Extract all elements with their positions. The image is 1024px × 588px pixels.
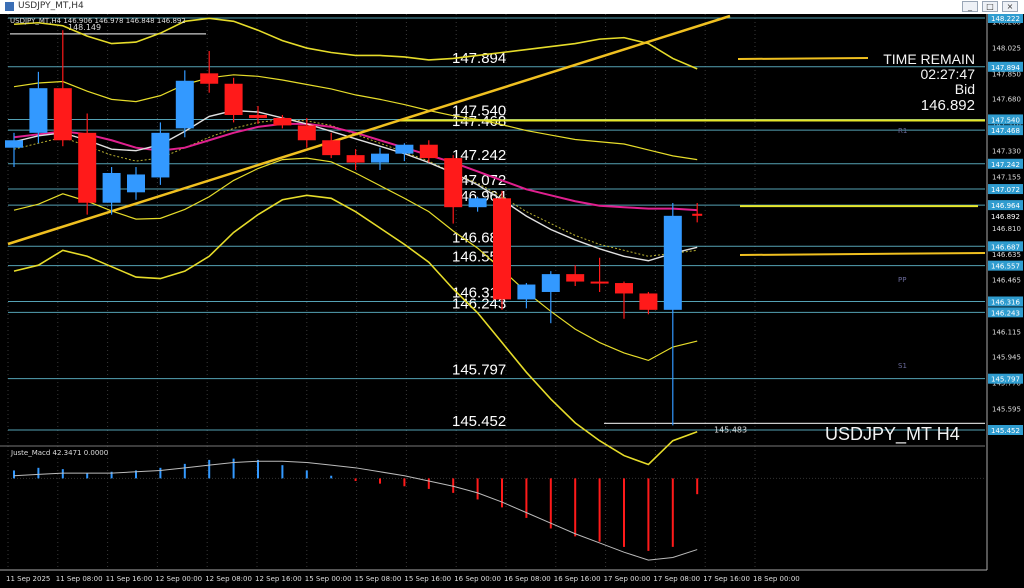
price-tag-label: 146.243	[991, 309, 1020, 317]
price-tag-label: 148.222	[991, 15, 1020, 23]
candle-body[interactable]	[29, 88, 48, 133]
candle-body[interactable]	[346, 155, 365, 163]
candle-body[interactable]	[249, 114, 267, 118]
minimize-button[interactable]: _	[962, 1, 978, 12]
price-axis-tick: 146.635	[992, 251, 1021, 259]
price-axis-tick: 146.465	[992, 276, 1021, 284]
symbol-watermark: USDJPY_MT H4	[825, 424, 960, 445]
price-tag-label: 146.892	[991, 213, 1020, 221]
window-title: USDJPY_MT,H4	[18, 1, 84, 11]
candle-body[interactable]	[322, 140, 341, 156]
candle-body[interactable]	[175, 80, 194, 129]
time-axis-label: 11 Sep 08:00	[56, 575, 103, 583]
price-axis-tick: 146.115	[992, 328, 1021, 336]
candle-body[interactable]	[5, 140, 23, 148]
pivot-mark: R1	[898, 127, 907, 135]
candle-body[interactable]	[371, 153, 389, 163]
price-axis-tick: 145.945	[992, 354, 1021, 362]
chart-window: USDJPY_MT,H4 _ □ × 148.222 147.894 147.540…	[0, 0, 1024, 588]
candle-body[interactable]	[663, 215, 682, 310]
candle-body[interactable]	[468, 198, 487, 208]
price-axis-tick: 146.810	[992, 225, 1021, 233]
price-tag-label: 146.687	[991, 243, 1020, 251]
level-label: 145.797	[452, 362, 506, 379]
time-axis-label: 15 Sep 00:00	[305, 575, 352, 583]
time-axis-label: 12 Sep 16:00	[255, 575, 302, 583]
candle-body[interactable]	[419, 144, 438, 159]
candle-body[interactable]	[224, 83, 243, 115]
candle-body[interactable]	[590, 281, 609, 284]
candle-body[interactable]	[692, 213, 703, 216]
candle-body[interactable]	[53, 88, 72, 141]
time-remain-label: TIME REMAIN	[883, 51, 975, 67]
price-tag-label: 147.540	[991, 116, 1020, 124]
price-chart[interactable]: 148.222 147.894 147.540 147.468 147.242 147.0…	[0, 14, 1024, 588]
candle-body[interactable]	[127, 174, 145, 193]
price-axis-tick: 147.680	[992, 96, 1021, 104]
bid-value: 146.892	[921, 97, 975, 114]
price-tag-label: 146.316	[991, 298, 1020, 306]
title-bar: USDJPY_MT,H4 _ □ ×	[0, 0, 1024, 15]
time-axis-label: 11 Sep 2025	[6, 575, 50, 583]
time-axis-label: 17 Sep 00:00	[604, 575, 651, 583]
close-button[interactable]: ×	[1002, 1, 1018, 12]
time-axis-label: 12 Sep 08:00	[205, 575, 252, 583]
candle-body[interactable]	[151, 132, 170, 178]
level-label: 147.468	[452, 113, 506, 130]
time-remain-value: 02:27:47	[921, 66, 976, 82]
level-label: 148.222	[452, 14, 506, 18]
price-axis-tick: 147.155	[992, 174, 1021, 182]
price-axis-tick: 147.330	[992, 148, 1021, 156]
price-tag-label: 146.964	[991, 202, 1020, 210]
time-axis-label: 12 Sep 00:00	[155, 575, 202, 583]
candle-body[interactable]	[639, 293, 658, 310]
time-axis-label: 17 Sep 16:00	[703, 575, 750, 583]
time-axis-label: 15 Sep 08:00	[355, 575, 402, 583]
candle-body[interactable]	[444, 158, 463, 208]
level-label: 145.452	[452, 413, 506, 430]
time-axis-label: 18 Sep 00:00	[753, 575, 800, 583]
time-axis-label: 11 Sep 16:00	[106, 575, 153, 583]
time-axis-label: 16 Sep 08:00	[504, 575, 551, 583]
time-axis-label: 15 Sep 16:00	[404, 575, 451, 583]
price-tag-label: 147.072	[991, 186, 1020, 194]
candle-body[interactable]	[517, 284, 536, 300]
candle-body[interactable]	[541, 274, 560, 292]
candle-body[interactable]	[297, 125, 316, 141]
annotation-label: 145.483	[714, 425, 747, 434]
macd-label: Juste_Macd 42.3471 0.0000	[10, 449, 108, 457]
price-tag-label: 145.452	[991, 427, 1020, 435]
bid-label: Bid	[955, 81, 975, 97]
pivot-mark: S1	[898, 362, 907, 370]
time-axis-label: 16 Sep 16:00	[554, 575, 601, 583]
chart-app-icon	[5, 2, 14, 11]
candle-body[interactable]	[102, 172, 121, 203]
price-axis-tick: 145.595	[992, 406, 1021, 414]
ohlc-readout: USDJPY_MT,H4 146.906 146.978 146.848 146…	[10, 17, 186, 25]
price-tag-label: 145.797	[991, 376, 1020, 384]
price-tag-label: 146.557	[991, 263, 1020, 271]
candle-body[interactable]	[200, 73, 219, 84]
candle-body[interactable]	[78, 132, 97, 203]
candle-body[interactable]	[493, 198, 511, 300]
segment-line[interactable]	[737, 57, 869, 60]
candle-body[interactable]	[273, 117, 292, 126]
maximize-button[interactable]: □	[982, 1, 998, 12]
pivot-mark: PP	[898, 276, 906, 284]
price-tag-label: 147.242	[991, 161, 1020, 169]
candle-body[interactable]	[395, 144, 414, 154]
price-axis-tick: 148.025	[992, 44, 1021, 52]
candle-body[interactable]	[566, 274, 585, 282]
time-axis-label: 16 Sep 00:00	[454, 575, 501, 583]
time-axis-label: 17 Sep 08:00	[653, 575, 700, 583]
candle-body[interactable]	[615, 283, 633, 294]
price-tag-label: 147.894	[991, 64, 1020, 72]
price-tag-label: 147.468	[991, 127, 1020, 135]
